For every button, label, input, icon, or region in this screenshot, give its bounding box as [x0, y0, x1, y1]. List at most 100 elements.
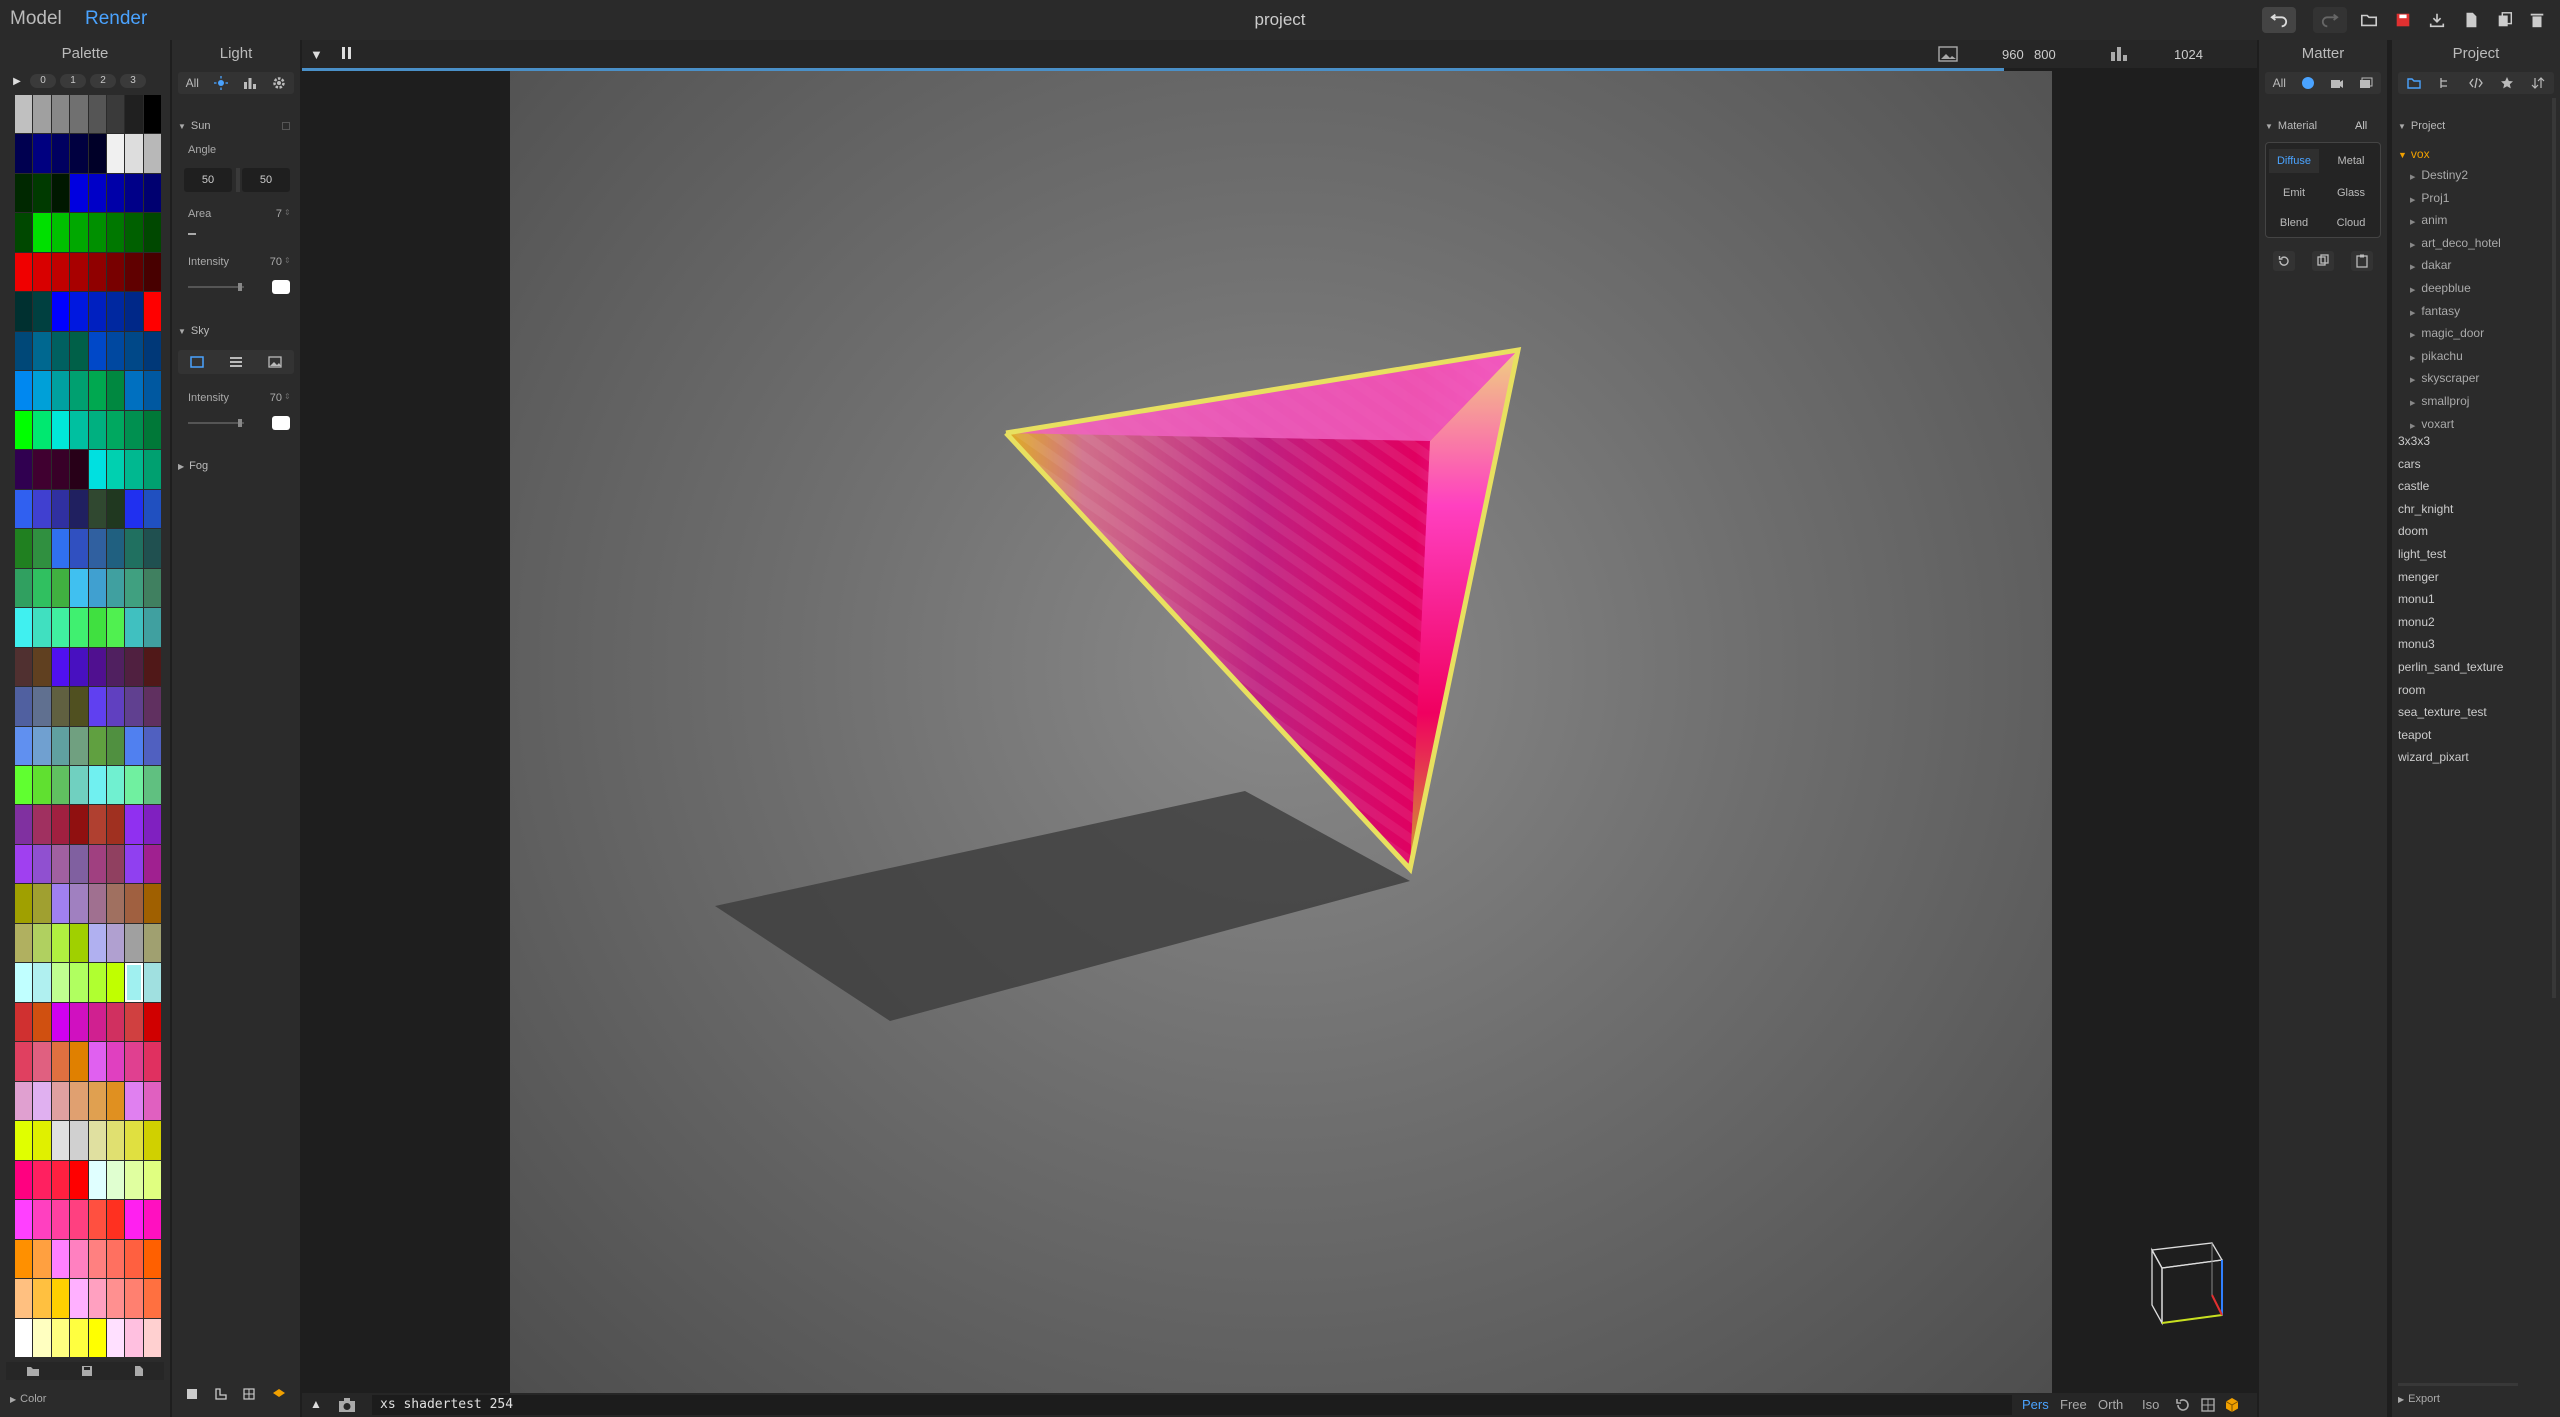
palette-swatch[interactable]	[51, 252, 70, 292]
samples-chart-icon[interactable]	[2110, 46, 2128, 62]
palette-swatch[interactable]	[106, 173, 125, 213]
palette-swatch[interactable]	[106, 450, 125, 489]
palette-swatch[interactable]	[51, 489, 70, 529]
palette-swatch[interactable]	[33, 765, 51, 805]
palette-swatch[interactable]	[143, 1002, 161, 1042]
palette-swatch[interactable]	[51, 884, 70, 923]
palette-swatch[interactable]	[15, 173, 33, 213]
palette-swatch[interactable]	[106, 213, 125, 252]
palette-swatch[interactable]	[125, 371, 143, 410]
sky-intensity-value[interactable]: 70	[252, 392, 282, 404]
palette-swatch[interactable]	[70, 489, 88, 529]
palette-swatch[interactable]	[70, 765, 88, 805]
palette-swatch[interactable]	[51, 1200, 70, 1239]
palette-swatch[interactable]	[33, 1200, 51, 1239]
project-h-scrollbar[interactable]	[2398, 1383, 2518, 1386]
palette-swatch[interactable]	[51, 568, 70, 608]
palette-swatch[interactable]	[15, 489, 33, 529]
palette-swatch[interactable]	[125, 805, 143, 844]
palette-swatch[interactable]	[143, 489, 161, 529]
image-icon[interactable]	[1938, 46, 1958, 62]
project-file-item[interactable]: monu3	[2398, 637, 2435, 651]
palette-swatch[interactable]	[106, 134, 125, 173]
palette-swatch[interactable]	[15, 1200, 33, 1239]
palette-swatch[interactable]	[125, 331, 143, 371]
palette-tab-0[interactable]: 0	[30, 74, 56, 88]
palette-swatch[interactable]	[106, 331, 125, 371]
palette-swatch[interactable]	[70, 292, 88, 331]
palette-swatch[interactable]	[33, 331, 51, 371]
area-value[interactable]: 7	[252, 208, 282, 220]
palette-swatch[interactable]	[88, 450, 106, 489]
project-subfolder-item[interactable]: ▶ deepblue	[2410, 281, 2471, 295]
palette-swatch[interactable]	[143, 134, 161, 173]
palette-swatch[interactable]	[33, 884, 51, 923]
sun-color-swatch[interactable]	[272, 280, 290, 294]
palette-swatch[interactable]	[33, 1239, 51, 1279]
pause-button[interactable]	[342, 47, 354, 61]
palette-swatch[interactable]	[51, 331, 70, 371]
palette-swatch[interactable]	[70, 923, 88, 963]
palette-swatch[interactable]	[88, 1160, 106, 1200]
palette-swatch[interactable]	[88, 95, 106, 134]
palette-swatch[interactable]	[51, 134, 70, 173]
palette-swatch[interactable]	[70, 1200, 88, 1239]
palette-swatch[interactable]	[88, 292, 106, 331]
project-file-item[interactable]: doom	[2398, 524, 2428, 538]
star-icon[interactable]	[2500, 76, 2514, 90]
palette-swatch[interactable]	[70, 805, 88, 844]
palette-swatch[interactable]	[15, 963, 33, 1002]
palette-swatch[interactable]	[70, 95, 88, 134]
palette-swatch[interactable]	[51, 687, 70, 726]
palette-swatch[interactable]	[125, 1002, 143, 1042]
save-button[interactable]	[2386, 7, 2420, 33]
palette-swatch[interactable]	[70, 608, 88, 647]
palette-swatch[interactable]	[125, 844, 143, 884]
palette-swatch[interactable]	[70, 1081, 88, 1121]
angle-b-input[interactable]: 50	[242, 168, 290, 192]
palette-play-button[interactable]: ▶	[8, 76, 26, 87]
project-file-item[interactable]: 3x3x3	[2398, 434, 2430, 448]
project-file-item[interactable]: menger	[2398, 570, 2439, 584]
palette-swatch[interactable]	[51, 1239, 70, 1279]
palette-swatch[interactable]	[88, 647, 106, 687]
open-folder-button[interactable]	[2352, 7, 2386, 33]
palette-swatch[interactable]	[70, 1002, 88, 1042]
palette-tab-1[interactable]: 1	[60, 74, 86, 88]
palette-swatch[interactable]	[125, 647, 143, 687]
project-file-item[interactable]: room	[2398, 683, 2425, 697]
palette-swatch[interactable]	[33, 1002, 51, 1042]
palette-swatch[interactable]	[106, 765, 125, 805]
palette-swatch[interactable]	[88, 1279, 106, 1318]
palette-swatch[interactable]	[88, 884, 106, 923]
palette-swatch[interactable]	[33, 568, 51, 608]
palette-swatch[interactable]	[106, 726, 125, 765]
palette-swatch[interactable]	[15, 1160, 33, 1200]
palette-swatch[interactable]	[15, 923, 33, 963]
palette-swatch[interactable]	[33, 608, 51, 647]
square-select-icon[interactable]	[186, 1388, 198, 1400]
project-subfolder-item[interactable]: ▶ skyscraper	[2410, 371, 2479, 385]
palette-swatch[interactable]	[70, 726, 88, 765]
palette-swatch[interactable]	[125, 1160, 143, 1200]
palette-swatch[interactable]	[51, 1081, 70, 1121]
palette-swatch[interactable]	[88, 1042, 106, 1081]
palette-swatch[interactable]	[33, 450, 51, 489]
palette-swatch[interactable]	[51, 1002, 70, 1042]
palette-swatch[interactable]	[125, 726, 143, 765]
palette-swatch[interactable]	[143, 529, 161, 568]
palette-swatch[interactable]	[15, 1239, 33, 1279]
corner-select-icon[interactable]	[215, 1388, 227, 1400]
palette-swatch[interactable]	[51, 213, 70, 252]
sun-section-toggle[interactable]: ▼ Sun	[178, 120, 211, 132]
palette-swatch[interactable]	[143, 1318, 161, 1357]
palette-swatch[interactable]	[143, 884, 161, 923]
cube-icon[interactable]	[2224, 1397, 2240, 1413]
palette-swatch[interactable]	[88, 568, 106, 608]
palette-swatch[interactable]	[70, 529, 88, 568]
palette-swatch[interactable]	[88, 252, 106, 292]
render-canvas[interactable]	[510, 71, 2052, 1393]
view-iso-button[interactable]: Iso	[2142, 1397, 2159, 1412]
palette-swatch[interactable]	[125, 687, 143, 726]
camera-icon[interactable]	[338, 1397, 356, 1413]
